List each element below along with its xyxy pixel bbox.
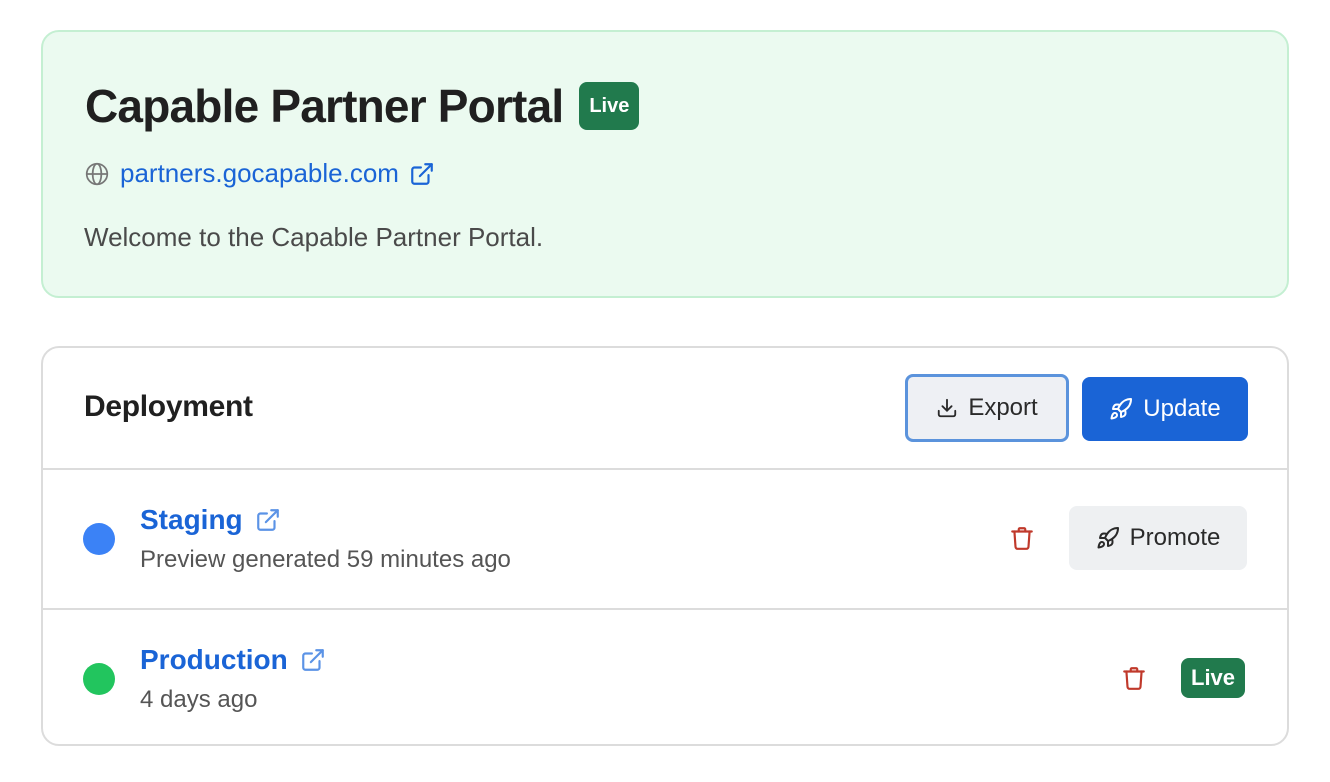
production-subtitle: 4 days ago bbox=[140, 686, 258, 713]
promote-button-label: Promote bbox=[1129, 524, 1221, 551]
project-hero-card: Capable Partner Portal Live partners.goc… bbox=[41, 30, 1289, 298]
staging-name-wrap: Staging bbox=[140, 504, 281, 536]
rocket-icon bbox=[1110, 397, 1133, 420]
globe-icon bbox=[85, 162, 109, 185]
project-url-row: partners.gocapable.com bbox=[84, 158, 435, 189]
deployment-title: Deployment bbox=[84, 390, 253, 423]
rocket-icon bbox=[1097, 526, 1119, 549]
project-status-badge: Live bbox=[579, 82, 640, 130]
environment-row-production: Production 4 days ago Live bbox=[43, 608, 1287, 744]
project-url-link[interactable]: partners.gocapable.com bbox=[120, 158, 399, 189]
deployment-card: Deployment Export Update Staging Preview… bbox=[41, 346, 1289, 746]
download-icon bbox=[938, 398, 957, 418]
project-title-row: Capable Partner Portal Live bbox=[85, 80, 640, 132]
external-link-icon[interactable] bbox=[255, 507, 281, 533]
external-link-icon[interactable] bbox=[300, 647, 326, 673]
promote-button[interactable]: Promote bbox=[1069, 506, 1247, 570]
trash-icon[interactable] bbox=[1009, 524, 1035, 552]
deployment-header: Deployment Export Update bbox=[43, 348, 1287, 470]
external-link-icon[interactable] bbox=[409, 161, 435, 187]
update-button[interactable]: Update bbox=[1082, 377, 1248, 441]
project-title: Capable Partner Portal bbox=[85, 80, 564, 132]
staging-link[interactable]: Staging bbox=[140, 504, 243, 536]
staging-subtitle: Preview generated 59 minutes ago bbox=[140, 546, 511, 573]
export-button[interactable]: Export bbox=[905, 374, 1069, 442]
update-button-label: Update bbox=[1143, 395, 1221, 422]
production-status-dot bbox=[83, 663, 115, 695]
environment-row-staging: Staging Preview generated 59 minutes ago… bbox=[43, 470, 1287, 608]
trash-icon[interactable] bbox=[1121, 664, 1147, 692]
production-live-badge: Live bbox=[1181, 658, 1246, 698]
production-link[interactable]: Production bbox=[140, 644, 288, 676]
export-button-label: Export bbox=[968, 394, 1038, 421]
staging-status-dot bbox=[83, 523, 115, 555]
production-name-wrap: Production bbox=[140, 644, 326, 676]
project-description: Welcome to the Capable Partner Portal. bbox=[84, 222, 544, 252]
